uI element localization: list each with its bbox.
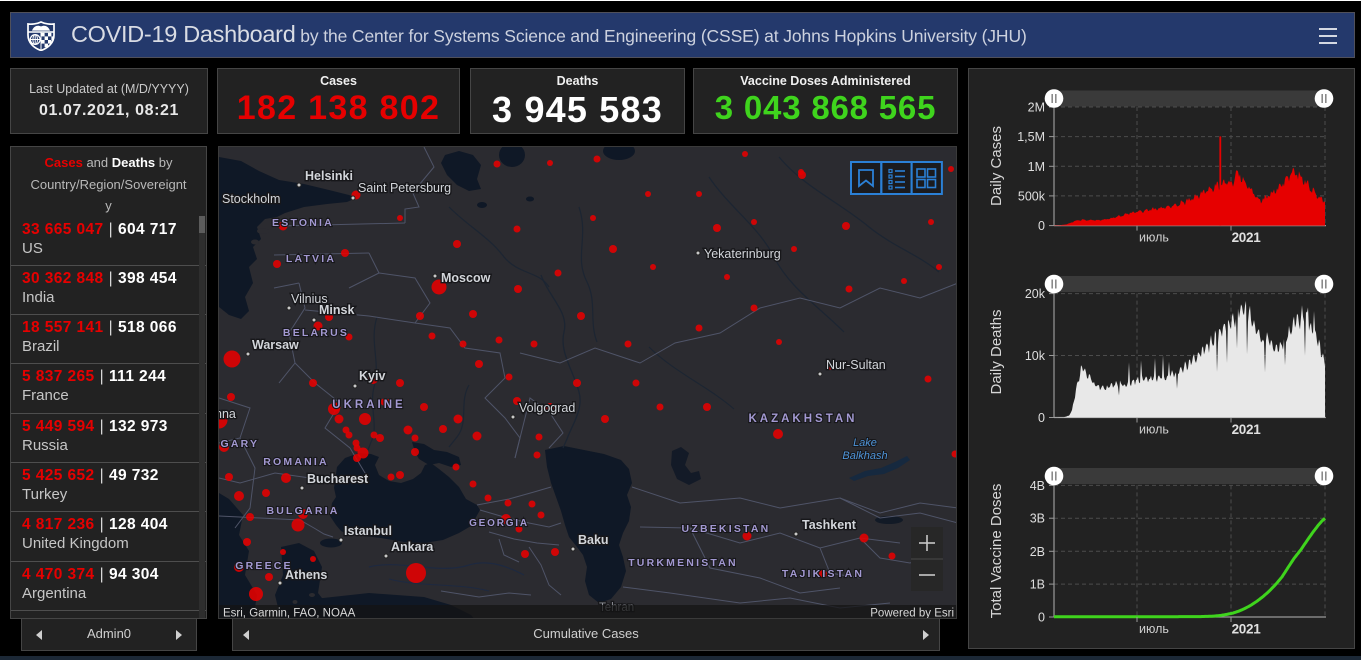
svg-text:NGARY: NGARY — [219, 438, 259, 450]
svg-text:Nur-Sultan: Nur-Sultan — [826, 358, 886, 372]
svg-text:500k: 500k — [1018, 189, 1046, 203]
svg-text:0: 0 — [1038, 411, 1045, 425]
svg-text:Yekaterinburg: Yekaterinburg — [704, 247, 781, 261]
svg-text:1,5M: 1,5M — [1017, 130, 1045, 144]
svg-text:ROMANIA: ROMANIA — [263, 456, 329, 468]
svg-text:июль: июль — [1139, 622, 1169, 636]
svg-text:0: 0 — [1038, 611, 1045, 625]
svg-text:Daily Deaths: Daily Deaths — [988, 309, 1005, 394]
svg-text:BULGARIA: BULGARIA — [266, 505, 339, 517]
svg-text:Warsaw: Warsaw — [252, 338, 299, 352]
svg-text:2021: 2021 — [1232, 622, 1262, 637]
svg-text:Minsk: Minsk — [319, 303, 354, 317]
svg-text:ESTONIA: ESTONIA — [272, 217, 334, 229]
svg-text:Balkhash: Balkhash — [842, 450, 887, 462]
svg-text:GREECE: GREECE — [235, 560, 293, 572]
svg-text:GEORGIA: GEORGIA — [469, 518, 529, 529]
svg-text:Stockholm: Stockholm — [222, 192, 280, 206]
svg-text:1M: 1M — [1028, 160, 1045, 174]
svg-text:июль: июль — [1139, 231, 1169, 245]
svg-text:UZBEKISTAN: UZBEKISTAN — [682, 523, 771, 535]
svg-text:Powered by Esri: Powered by Esri — [870, 608, 954, 620]
svg-text:0: 0 — [1038, 219, 1045, 233]
svg-text:2021: 2021 — [1232, 230, 1262, 245]
svg-text:2021: 2021 — [1232, 422, 1262, 437]
svg-text:Kyiv: Kyiv — [359, 369, 385, 383]
svg-text:Saint Petersburg: Saint Petersburg — [358, 181, 451, 195]
svg-text:3B: 3B — [1030, 512, 1045, 526]
svg-text:UKRAINE: UKRAINE — [332, 399, 405, 411]
svg-text:nna: nna — [219, 407, 236, 421]
svg-text:Istanbul: Istanbul — [344, 524, 392, 538]
svg-text:Helsinki: Helsinki — [305, 169, 353, 183]
svg-text:LATVIA: LATVIA — [286, 253, 336, 265]
svg-text:Ankara: Ankara — [391, 540, 434, 554]
svg-text:2B: 2B — [1030, 545, 1045, 559]
svg-text:Volgograd: Volgograd — [519, 401, 575, 415]
svg-text:июль: июль — [1139, 423, 1169, 437]
svg-text:BELARUS: BELARUS — [283, 327, 349, 339]
svg-text:4B: 4B — [1030, 479, 1045, 493]
svg-text:2M: 2M — [1028, 101, 1045, 115]
svg-text:10k: 10k — [1025, 349, 1046, 363]
svg-text:Total Vaccine Doses: Total Vaccine Doses — [988, 484, 1005, 619]
svg-text:Tashkent: Tashkent — [802, 518, 857, 532]
svg-text:KAZAKHSTAN: KAZAKHSTAN — [748, 413, 857, 425]
svg-text:1B: 1B — [1030, 578, 1045, 592]
svg-text:Daily Cases: Daily Cases — [988, 126, 1005, 206]
svg-text:TURKMENISTAN: TURKMENISTAN — [628, 557, 738, 569]
svg-text:20k: 20k — [1025, 287, 1046, 301]
svg-text:Bucharest: Bucharest — [307, 472, 369, 486]
svg-text:TAJIKISTAN: TAJIKISTAN — [782, 568, 864, 580]
svg-text:Lake: Lake — [853, 437, 877, 449]
svg-text:Baku: Baku — [578, 533, 609, 547]
svg-text:Esri, Garmin, FAO, NOAA: Esri, Garmin, FAO, NOAA — [223, 608, 356, 620]
svg-text:Moscow: Moscow — [441, 271, 491, 285]
